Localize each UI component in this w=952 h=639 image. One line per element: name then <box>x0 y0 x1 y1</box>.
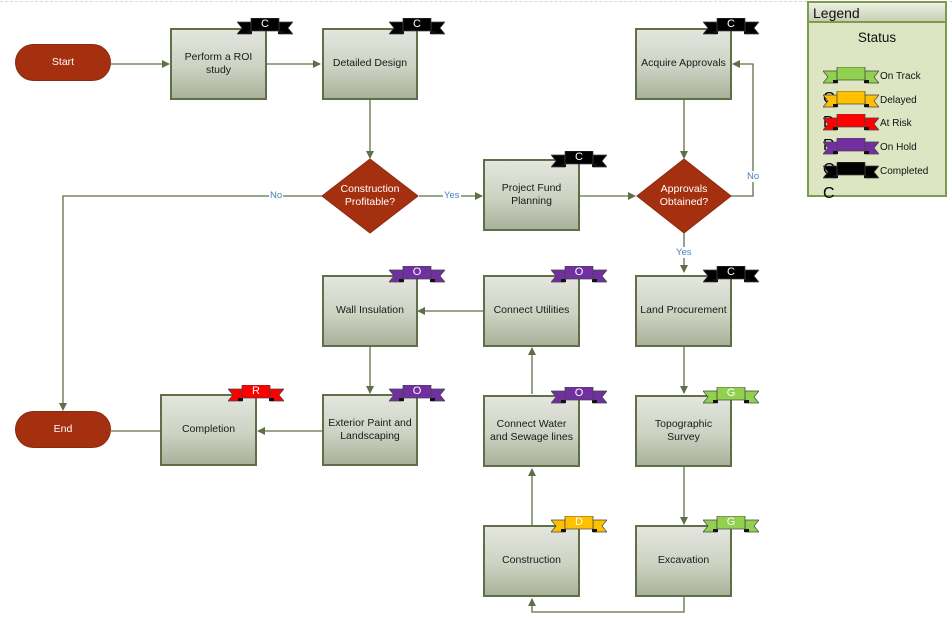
ribbon-status-code: C <box>727 18 735 30</box>
ribbon-status-code: C <box>823 185 835 202</box>
process-construction[interactable]: Construction <box>483 525 580 597</box>
ribbon-icon: D <box>822 90 880 131</box>
process-land-procurement[interactable]: Land Procurement <box>635 275 732 347</box>
process-connect-water[interactable]: Connect Water and Sewage lines <box>483 395 580 467</box>
legend-subtitle: Status <box>857 30 897 45</box>
ribbon-status-code: G <box>726 387 736 399</box>
legend-item-delayed: D Delayed <box>822 90 917 131</box>
ribbon-status-code: C <box>413 18 421 30</box>
process-acquire-approvals[interactable]: Acquire Approvals <box>635 28 732 100</box>
process-topographic-survey[interactable]: Topographic Survey <box>635 395 732 467</box>
legend-item-label: Delayed <box>880 94 917 106</box>
ribbon-status-code: C <box>727 266 735 278</box>
legend-item-on-track: G On Track <box>822 66 921 107</box>
status-ribbon: O <box>551 387 607 405</box>
status-ribbon: C <box>551 151 607 169</box>
legend-item-label: At Risk <box>880 117 912 129</box>
ribbon-status-code: C <box>261 18 269 30</box>
status-ribbon: G <box>703 387 759 405</box>
ribbon-shape <box>822 66 880 84</box>
status-ribbon: C <box>703 266 759 284</box>
legend-item-label: On Hold <box>880 141 917 153</box>
edge-excavation-to-construction <box>528 597 685 613</box>
process-exterior-paint[interactable]: Exterior Paint and Landscaping <box>322 394 418 466</box>
status-ribbon: O <box>389 266 445 284</box>
ribbon-icon: R <box>822 113 880 154</box>
process-label: Connect Water and Sewage lines <box>490 417 573 443</box>
ribbon-status-code: C <box>575 151 583 163</box>
process-completion[interactable]: Completion <box>160 394 257 466</box>
process-label: Land Procurement <box>640 304 727 317</box>
status-ribbon: O <box>551 266 607 284</box>
status-ribbon: C <box>237 18 293 36</box>
process-label: Excavation <box>657 554 710 567</box>
edge-label-approvals-no: No <box>746 171 761 182</box>
decision-label: Construction Profitable? <box>340 182 400 208</box>
decision-approvals[interactable]: Approvals Obtained? <box>646 178 722 214</box>
status-ribbon: C <box>389 18 445 36</box>
legend-panel: Legend Status G On Track D Delayed R At … <box>807 1 947 202</box>
decision-label: Approvals Obtained? <box>659 182 709 208</box>
process-label: Perform a ROI study <box>184 50 253 76</box>
ribbon-status-code: G <box>726 516 736 528</box>
edge-profitable-no-to-end <box>59 195 322 411</box>
legend-item-label: On Track <box>880 70 921 82</box>
ribbon-status-code: O <box>412 385 422 397</box>
process-label: Wall Insulation <box>336 304 404 317</box>
legend-title: Legend <box>809 3 945 23</box>
process-label: Construction <box>502 554 561 567</box>
legend-item-on-hold: O On Hold <box>822 137 917 178</box>
ribbon-status-code: O <box>412 266 422 278</box>
process-excavation[interactable]: Excavation <box>635 525 732 597</box>
process-label: Completion <box>181 423 236 436</box>
start-label: Start <box>51 55 75 68</box>
process-label: Exterior Paint and Landscaping <box>328 416 412 442</box>
ribbon-shape <box>822 90 880 108</box>
edge-label-profitable-no: No <box>269 190 284 201</box>
end-terminal[interactable]: End <box>15 411 111 448</box>
ribbon-status-code: D <box>575 516 583 528</box>
ribbon-shape <box>822 113 880 131</box>
legend-item-label: Completed <box>880 165 929 177</box>
process-label: Project Fund Planning <box>501 181 562 207</box>
legend-item-completed: C Completed <box>822 161 929 202</box>
process-label: Detailed Design <box>332 57 408 70</box>
process-label: Acquire Approvals <box>641 57 726 70</box>
ribbon-shape <box>822 161 880 179</box>
status-ribbon: C <box>703 18 759 36</box>
ribbon-shape <box>822 137 880 155</box>
process-wall-insulation[interactable]: Wall Insulation <box>322 275 418 347</box>
ribbon-icon: C <box>822 161 880 202</box>
status-ribbon: G <box>703 516 759 534</box>
process-label: Connect Utilities <box>493 304 570 317</box>
status-ribbon: D <box>551 516 607 534</box>
process-connect-utilities[interactable]: Connect Utilities <box>483 275 580 347</box>
ribbon-icon: G <box>822 66 880 107</box>
edge-label-approvals-yes: Yes <box>675 247 693 258</box>
ribbon-status-code: O <box>574 387 584 399</box>
process-label: Topographic Survey <box>654 417 713 443</box>
process-project-fund-planning[interactable]: Project Fund Planning <box>483 159 580 231</box>
process-roi-study[interactable]: Perform a ROI study <box>170 28 267 100</box>
edge-label-profitable-yes: Yes <box>443 190 461 201</box>
status-ribbon: O <box>389 385 445 403</box>
legend-item-at-risk: R At Risk <box>822 113 912 154</box>
end-label: End <box>53 422 73 435</box>
ribbon-status-code: O <box>574 266 584 278</box>
process-detailed-design[interactable]: Detailed Design <box>322 28 418 100</box>
ribbon-status-code: R <box>252 385 260 397</box>
ribbon-icon: O <box>822 137 880 178</box>
decision-profitable[interactable]: Construction Profitable? <box>332 178 408 214</box>
status-ribbon: R <box>228 385 284 403</box>
start-terminal[interactable]: Start <box>15 44 111 81</box>
